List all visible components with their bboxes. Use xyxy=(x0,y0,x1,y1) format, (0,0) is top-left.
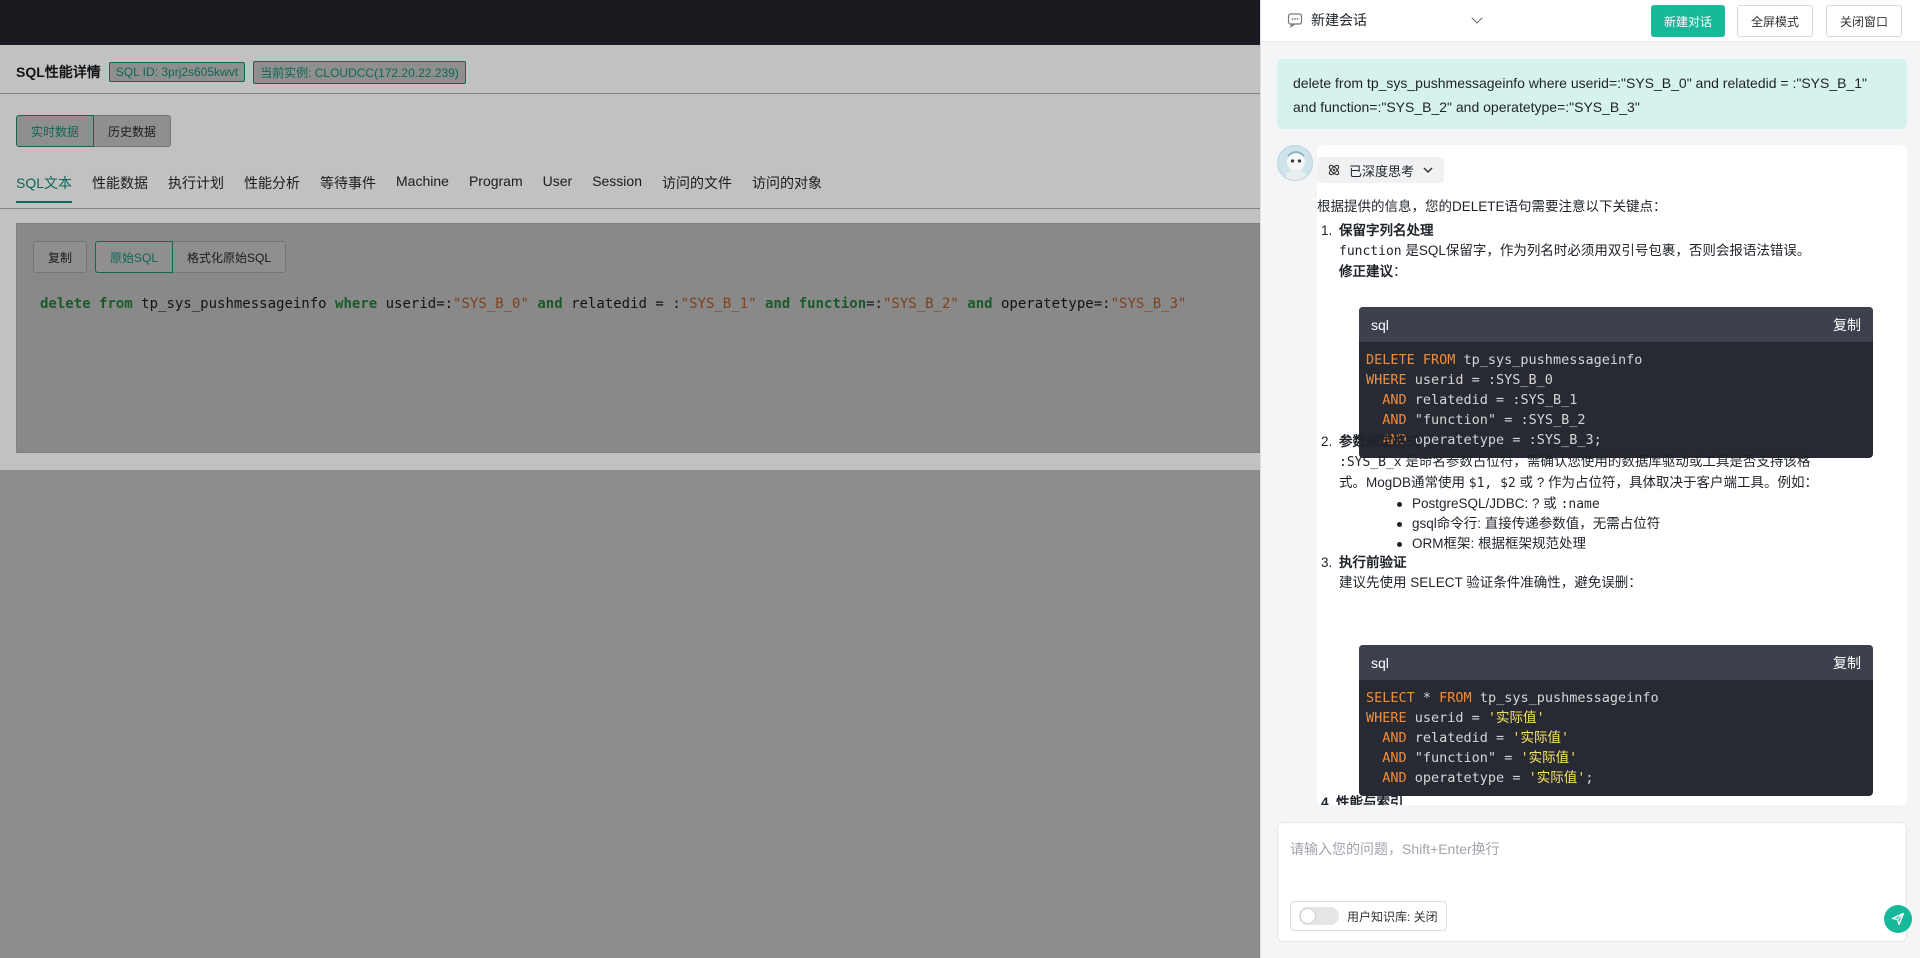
section-number: 2. xyxy=(1321,434,1333,449)
section-title: 保留字列名处理 xyxy=(1339,223,1434,238)
atom-icon xyxy=(1328,164,1340,176)
user-message: delete from tp_sys_pushmessageinfo where… xyxy=(1277,59,1907,129)
code-lang-label: sql xyxy=(1371,654,1389,671)
sql-view-switch: 原始SQL 格式化原始SQL xyxy=(95,241,287,273)
answer-intro: 根据提供的信息，您的DELETE语句需要注意以下关键点： xyxy=(1317,199,1667,214)
code-block-header: sql 复制 xyxy=(1359,645,1873,680)
section-2: 2. 参数绑定格式 :SYS_B_x 是命名参数占位符，需确认您使用的数据库驱动… xyxy=(1321,432,1899,494)
toggle-switch[interactable] xyxy=(1299,907,1339,925)
page-title: SQL性能详情 xyxy=(16,64,101,80)
tab-execution-plan[interactable]: 执行计划 xyxy=(168,173,224,203)
code-content: SELECT * FROM tp_sys_pushmessageinfo WHE… xyxy=(1366,690,1659,786)
assistant-avatar xyxy=(1277,145,1313,181)
fix-label: 修正建议： xyxy=(1339,264,1407,279)
data-mode-switch: 实时数据 历史数据 xyxy=(16,115,172,147)
tab-accessed-files[interactable]: 访问的文件 xyxy=(662,173,732,203)
code-copy-button[interactable]: 复制 xyxy=(1833,653,1861,673)
section-title: 参数绑定格式 xyxy=(1339,434,1420,449)
top-navbar xyxy=(0,0,1260,45)
tab-wait-events[interactable]: 等待事件 xyxy=(320,173,376,203)
code-lang-label: sql xyxy=(1371,316,1389,333)
tab-session[interactable]: Session xyxy=(592,173,642,203)
tab-performance-data[interactable]: 性能数据 xyxy=(92,173,148,203)
session-label: 新建会话 xyxy=(1311,12,1367,28)
send-button[interactable] xyxy=(1884,905,1912,933)
section-4-title: 4. 性能与索引 xyxy=(1321,795,1404,805)
chat-input-box: 请输入您的问题，Shift+Enter换行 用户知识库: 关闭 xyxy=(1277,822,1912,942)
detail-tabs: SQL文本 性能数据 执行计划 性能分析 等待事件 Machine Progra… xyxy=(16,173,822,203)
tab-performance-analysis[interactable]: 性能分析 xyxy=(244,173,300,203)
panel-header: 新建会话 新建对话 全屏模式 关闭窗口 xyxy=(1261,0,1920,42)
realtime-data-button[interactable]: 实时数据 xyxy=(16,115,95,147)
copy-button[interactable]: 复制 xyxy=(33,241,88,273)
section-number: 1. xyxy=(1321,223,1333,238)
tab-program[interactable]: Program xyxy=(469,173,523,203)
sql-text-box: 复制 原始SQL 格式化原始SQL delete from tp_sys_pus… xyxy=(16,223,1260,453)
close-window-button[interactable]: 关闭窗口 xyxy=(1826,5,1903,37)
session-selector[interactable]: 新建会话 xyxy=(1287,10,1367,30)
assistant-message: 已深度思考 根据提供的信息，您的DELETE语句需要注意以下关键点： 1. 保留… xyxy=(1317,145,1907,805)
code-block-2: sql 复制 SELECT * FROM tp_sys_pushmessagei… xyxy=(1359,645,1873,796)
section-number: 3. xyxy=(1321,555,1333,570)
divider xyxy=(0,208,1260,209)
chevron-down-icon xyxy=(1423,167,1433,174)
page-content: SQL性能详情 SQL ID: 3prj2s605kwvt 当前实例: CLOU… xyxy=(0,45,1260,470)
section-text: 建议先使用 SELECT 验证条件准确性，避免误删： xyxy=(1339,575,1642,590)
driver-bullet-list: PostgreSQL/JDBC: ? 或 :name gsql命令行: 直接传递… xyxy=(1397,494,1897,554)
answer-body: 根据提供的信息，您的DELETE语句需要注意以下关键点： 1. 保留字列名处理 … xyxy=(1317,197,1907,805)
new-chat-button[interactable]: 新建对话 xyxy=(1651,5,1726,37)
sql-id-tag: SQL ID: 3prj2s605kwvt xyxy=(108,62,246,82)
section-text: 式。MogDB通常使用 $1, $2 或 ? 作为占位符，具体取决于客户端工具。… xyxy=(1339,475,1819,491)
history-data-button[interactable]: 历史数据 xyxy=(94,115,172,147)
send-icon xyxy=(1891,912,1905,926)
robot-icon xyxy=(1286,151,1306,180)
think-label: 已深度思考 xyxy=(1349,163,1415,179)
divider xyxy=(0,93,1260,94)
chat-input[interactable]: 请输入您的问题，Shift+Enter换行 xyxy=(1290,839,1500,859)
section-title: 执行前验证 xyxy=(1339,555,1407,570)
page-header: SQL性能详情 SQL ID: 3prj2s605kwvt 当前实例: CLOU… xyxy=(16,60,466,84)
deep-thinking-toggle[interactable]: 已深度思考 xyxy=(1317,157,1445,183)
sql-detail-page: SQL性能详情 SQL ID: 3prj2s605kwvt 当前实例: CLOU… xyxy=(0,45,1260,470)
fullscreen-button[interactable]: 全屏模式 xyxy=(1737,5,1814,37)
ai-assistant-panel: 新建会话 新建对话 全屏模式 关闭窗口 delete from tp_sys_p… xyxy=(1260,0,1920,958)
section-3: 3. 执行前验证 建议先使用 SELECT 验证条件准确性，避免误删： xyxy=(1321,553,1899,593)
sql-text: delete from tp_sys_pushmessageinfo where… xyxy=(40,296,1187,312)
list-item: PostgreSQL/JDBC: ? 或 :name xyxy=(1397,494,1897,514)
tab-machine[interactable]: Machine xyxy=(396,173,449,203)
raw-sql-button[interactable]: 原始SQL xyxy=(95,241,174,273)
section-text: :SYS_B_x 是命名参数占位符，需确认您使用的数据库驱动或工具是否支持该格 xyxy=(1339,454,1811,470)
list-item: ORM框架: 根据框架规范处理 xyxy=(1397,534,1897,554)
formatted-sql-button[interactable]: 格式化原始SQL xyxy=(173,241,287,273)
tab-user[interactable]: User xyxy=(543,173,573,203)
section-1: 1. 保留字列名处理 function 是SQL保留字，作为列名时必须用双引号包… xyxy=(1321,221,1899,282)
code-copy-button[interactable]: 复制 xyxy=(1833,315,1861,335)
list-item: gsql命令行: 直接传递参数值，无需占位符 xyxy=(1397,514,1897,534)
tab-sql-text[interactable]: SQL文本 xyxy=(16,173,73,203)
code-block-header: sql 复制 xyxy=(1359,307,1873,342)
knowledge-base-toggle[interactable]: 用户知识库: 关闭 xyxy=(1290,901,1447,931)
instance-tag: 当前实例: CLOUDCC(172.20.22.239) xyxy=(253,60,466,84)
chat-bubble-icon xyxy=(1287,13,1303,28)
tab-accessed-objects[interactable]: 访问的对象 xyxy=(752,173,822,203)
code-toolbar: 复制 原始SQL 格式化原始SQL xyxy=(33,241,287,273)
kb-label: 用户知识库: 关闭 xyxy=(1347,909,1438,924)
chevron-down-icon[interactable] xyxy=(1471,12,1483,24)
section-text: function 是SQL保留字，作为列名时必须用双引号包裹，否则会报语法错误。 xyxy=(1339,243,1811,259)
